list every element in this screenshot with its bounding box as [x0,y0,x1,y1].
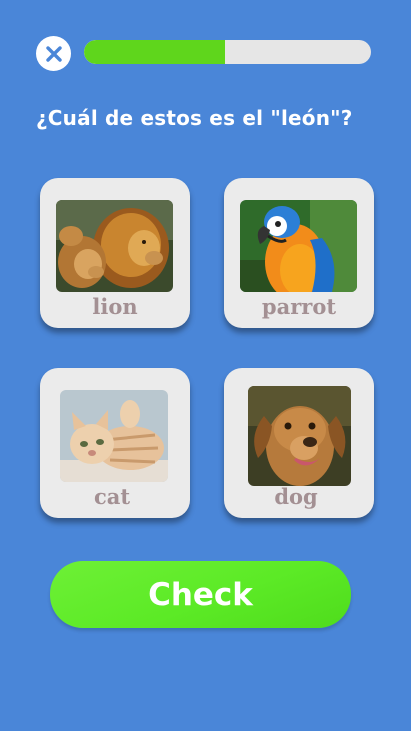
lion-photo [56,200,173,292]
option-card-lion[interactable]: lion [40,178,190,328]
option-label: parrot [261,294,337,319]
cat-photo [60,390,168,482]
dog-photo [248,386,351,486]
option-label: cat [93,484,131,509]
option-card-dog[interactable]: dog [224,368,374,518]
check-button[interactable]: Check [50,561,351,628]
option-label: dog [274,484,318,509]
close-x-icon [45,45,62,62]
close-button[interactable] [36,36,71,71]
option-card-cat[interactable]: cat [40,368,190,518]
question-text: ¿Cuál de estos es el "león"? [36,106,353,130]
progress-bar [84,40,371,64]
parrot-photo [240,200,357,292]
option-card-parrot[interactable]: parrot [224,178,374,328]
answer-grid: lion parrot cat dog [40,178,374,520]
progress-fill [84,40,225,64]
option-label: lion [92,294,138,319]
